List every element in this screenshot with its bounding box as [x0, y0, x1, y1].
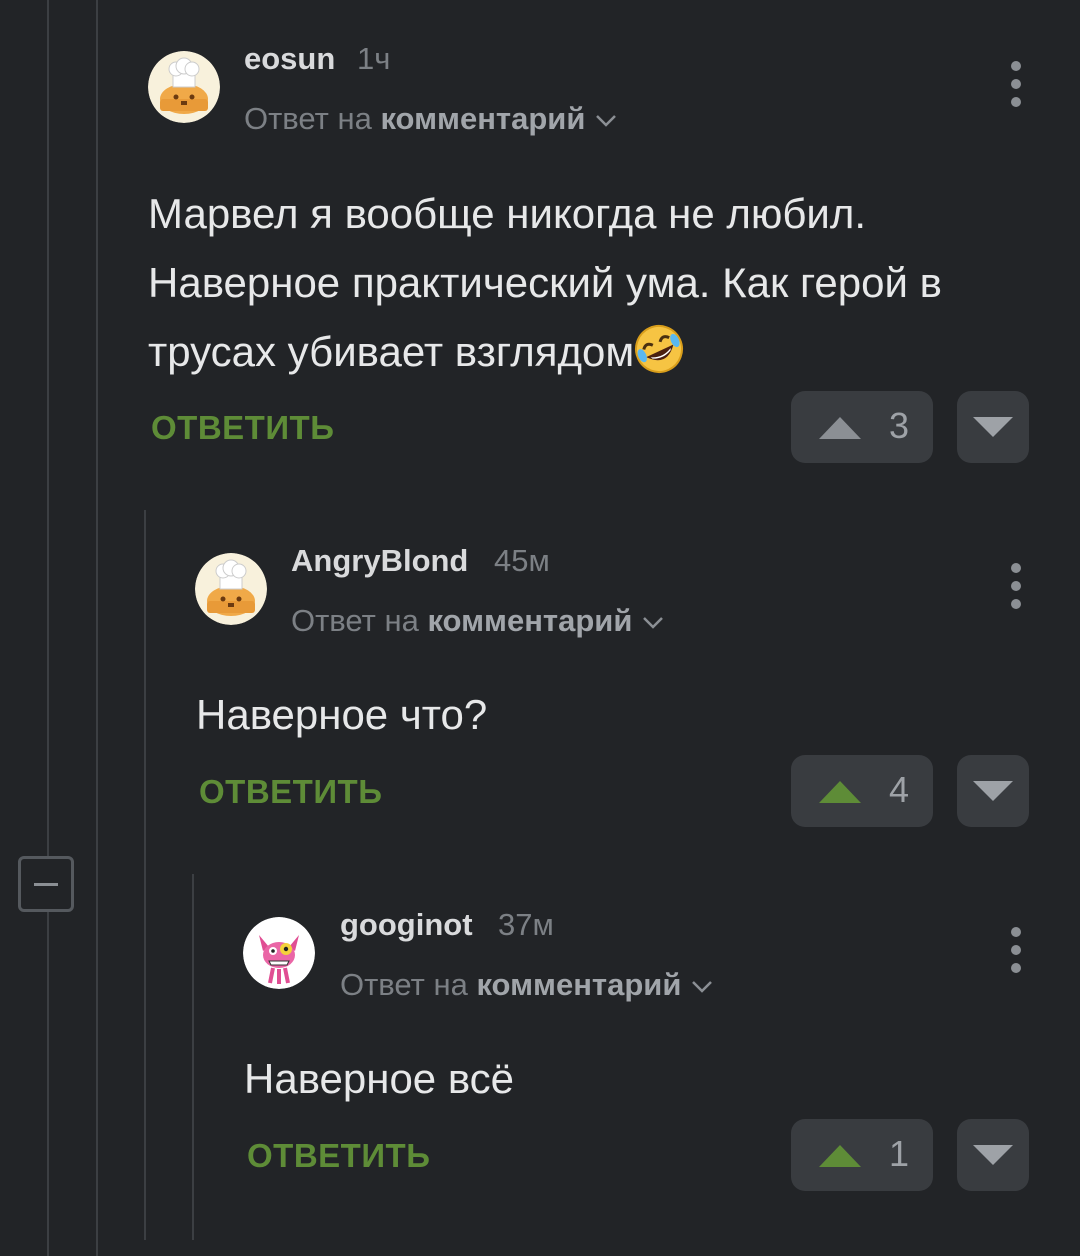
author-name[interactable]: eosun: [244, 41, 335, 77]
avatar[interactable]: [148, 51, 220, 123]
comment-time: 37м: [498, 907, 554, 942]
reply-button[interactable]: ОТВЕТИТЬ: [199, 773, 382, 811]
triangle-up-icon: [819, 781, 861, 803]
reply-to[interactable]: Ответ на комментарий: [340, 967, 713, 1003]
triangle-up-icon: [819, 1145, 861, 1167]
reply-to-prefix: Ответ на: [340, 967, 468, 1002]
author-name[interactable]: AngryBlond: [291, 543, 468, 579]
chevron-down-icon: [596, 114, 617, 127]
thread-line-3: [144, 510, 146, 1240]
reply-to-link[interactable]: комментарий: [380, 101, 585, 136]
triangle-down-icon: [973, 417, 1013, 437]
downvote-button[interactable]: [957, 755, 1029, 827]
triangle-up-icon: [819, 417, 861, 439]
reply-to-prefix: Ответ на: [291, 603, 419, 638]
thread-line-2: [96, 0, 98, 1256]
more-options-icon[interactable]: [1009, 563, 1023, 609]
reply-to-link[interactable]: комментарий: [476, 967, 681, 1002]
collapse-thread-button[interactable]: [18, 856, 74, 912]
reply-to[interactable]: Ответ на комментарий: [244, 101, 617, 137]
triangle-down-icon: [973, 781, 1013, 801]
upvote-button[interactable]: 1: [791, 1119, 933, 1191]
triangle-down-icon: [973, 1145, 1013, 1165]
upvote-button[interactable]: 4: [791, 755, 933, 827]
comment-time: 45м: [494, 543, 550, 578]
pink-cat-icon: [243, 917, 315, 989]
avatar[interactable]: [195, 553, 267, 625]
more-options-icon[interactable]: [1009, 927, 1023, 973]
thread-line-1: [47, 0, 49, 1256]
reply-to-prefix: Ответ на: [244, 101, 372, 136]
rolling-laughing-emoji-icon: [635, 325, 684, 373]
downvote-button[interactable]: [957, 1119, 1029, 1191]
comment-text-body: Марвел я вообще никогда не любил. Наверн…: [148, 190, 942, 375]
comment-text: Наверное что?: [196, 691, 488, 738]
chef-bun-icon: [195, 553, 267, 625]
comment-text: Марвел я вообще никогда не любил. Наверн…: [148, 179, 1008, 386]
more-options-icon[interactable]: [1009, 61, 1023, 107]
upvote-button[interactable]: 3: [791, 391, 933, 463]
downvote-button[interactable]: [957, 391, 1029, 463]
chevron-down-icon: [643, 616, 664, 629]
reply-to-link[interactable]: комментарий: [427, 603, 632, 638]
comment-time: 1ч: [357, 41, 391, 76]
chef-bun-icon: [148, 51, 220, 123]
reply-button[interactable]: ОТВЕТИТЬ: [151, 409, 334, 447]
comment-text: Наверное всё: [244, 1055, 515, 1102]
author-name[interactable]: googinot: [340, 907, 473, 943]
rating-count: 1: [888, 1133, 909, 1174]
rating-count: 4: [888, 769, 909, 810]
avatar[interactable]: [243, 917, 315, 989]
rating-count: 3: [888, 405, 909, 446]
thread-line-4: [192, 874, 194, 1240]
reply-button[interactable]: ОТВЕТИТЬ: [247, 1137, 430, 1175]
chevron-down-icon: [692, 980, 713, 993]
reply-to[interactable]: Ответ на комментарий: [291, 603, 664, 639]
